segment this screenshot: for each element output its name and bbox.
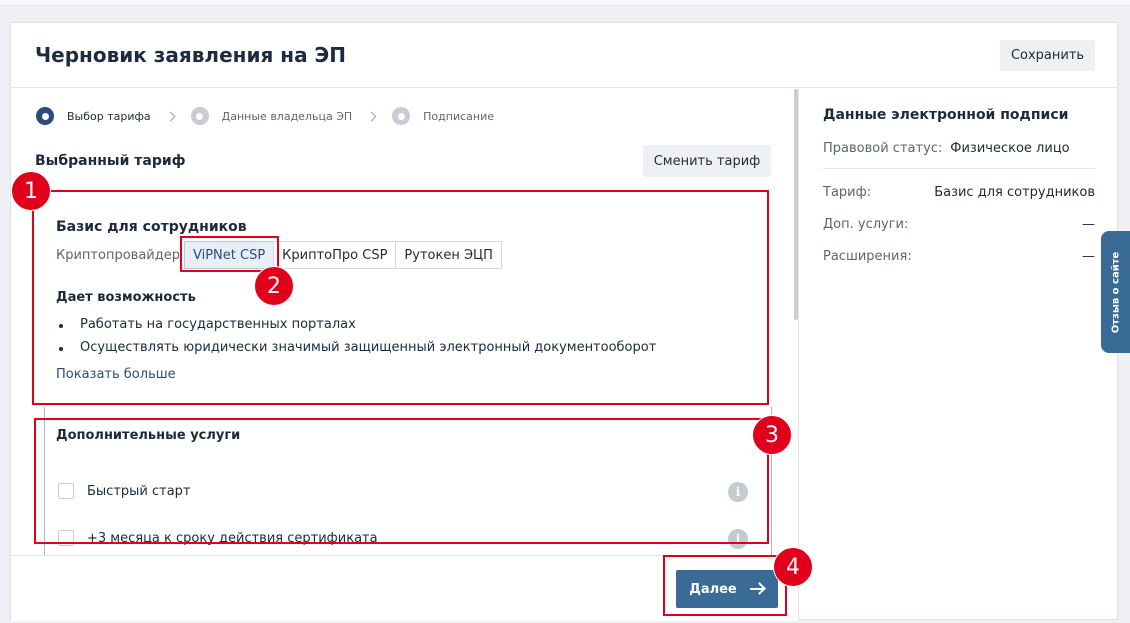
- page-header: Черновик заявления на ЭП Сохранить: [11, 23, 1117, 88]
- step-label: Выбор тарифа: [67, 109, 151, 123]
- summary-label: Доп. услуги:: [823, 217, 909, 232]
- summary-value: Базис для сотрудников: [934, 185, 1095, 200]
- chevron-right-icon: [366, 111, 377, 121]
- save-button[interactable]: Сохранить: [1000, 40, 1095, 71]
- step-inactive-icon: [190, 107, 209, 125]
- step-inactive-icon: [392, 107, 411, 125]
- chevron-right-icon: [165, 111, 176, 121]
- step-owner-data[interactable]: Данные владельца ЭП: [190, 107, 353, 125]
- summary-row-services: Доп. услуги: —: [823, 217, 1095, 232]
- annotation-box-3: [34, 418, 769, 544]
- annotation-badge-1: 1: [11, 171, 51, 211]
- annotation-badge-4: 4: [773, 547, 813, 587]
- summary-value: —: [1082, 249, 1095, 264]
- summary-row-tariff: Тариф: Базис для сотрудников: [823, 185, 1095, 200]
- legal-status-value: Физическое лицо: [950, 141, 1070, 156]
- annotation-box-1: [32, 190, 769, 405]
- legal-status-row: Правовой статус: Физическое лицо: [823, 141, 1095, 156]
- annotation-box-2: [180, 236, 279, 272]
- feedback-tab[interactable]: Отзыв о сайте: [1101, 231, 1130, 353]
- step-signing[interactable]: Подписание: [392, 107, 494, 125]
- step-active-icon: [36, 107, 54, 125]
- summary-row-extensions: Расширения: —: [823, 249, 1095, 264]
- annotation-badge-3: 3: [752, 415, 792, 455]
- change-tariff-button[interactable]: Сменить тариф: [643, 145, 771, 177]
- selected-tariff-title: Выбранный тариф: [35, 153, 186, 169]
- step-tariff[interactable]: Выбор тарифа: [36, 107, 151, 125]
- annotation-box-4: [663, 555, 787, 616]
- top-strip: [0, 0, 1130, 6]
- page-title: Черновик заявления на ЭП: [35, 43, 346, 67]
- feedback-label: Отзыв о сайте: [1110, 251, 1122, 333]
- step-label: Данные владельца ЭП: [221, 109, 353, 123]
- summary-title: Данные электронной подписи: [823, 107, 1069, 123]
- stepper: Выбор тарифа Данные владельца ЭП Подписа…: [36, 107, 494, 125]
- summary-label: Расширения:: [823, 249, 912, 264]
- signature-summary: Данные электронной подписи Правовой стат…: [800, 89, 1117, 621]
- summary-label: Тариф:: [823, 185, 872, 200]
- divider: [823, 168, 1095, 169]
- annotation-badge-2: 2: [254, 266, 294, 306]
- legal-status-label: Правовой статус:: [823, 141, 943, 156]
- summary-value: —: [1082, 217, 1095, 232]
- panel-divider: [798, 89, 799, 621]
- step-label: Подписание: [423, 109, 495, 123]
